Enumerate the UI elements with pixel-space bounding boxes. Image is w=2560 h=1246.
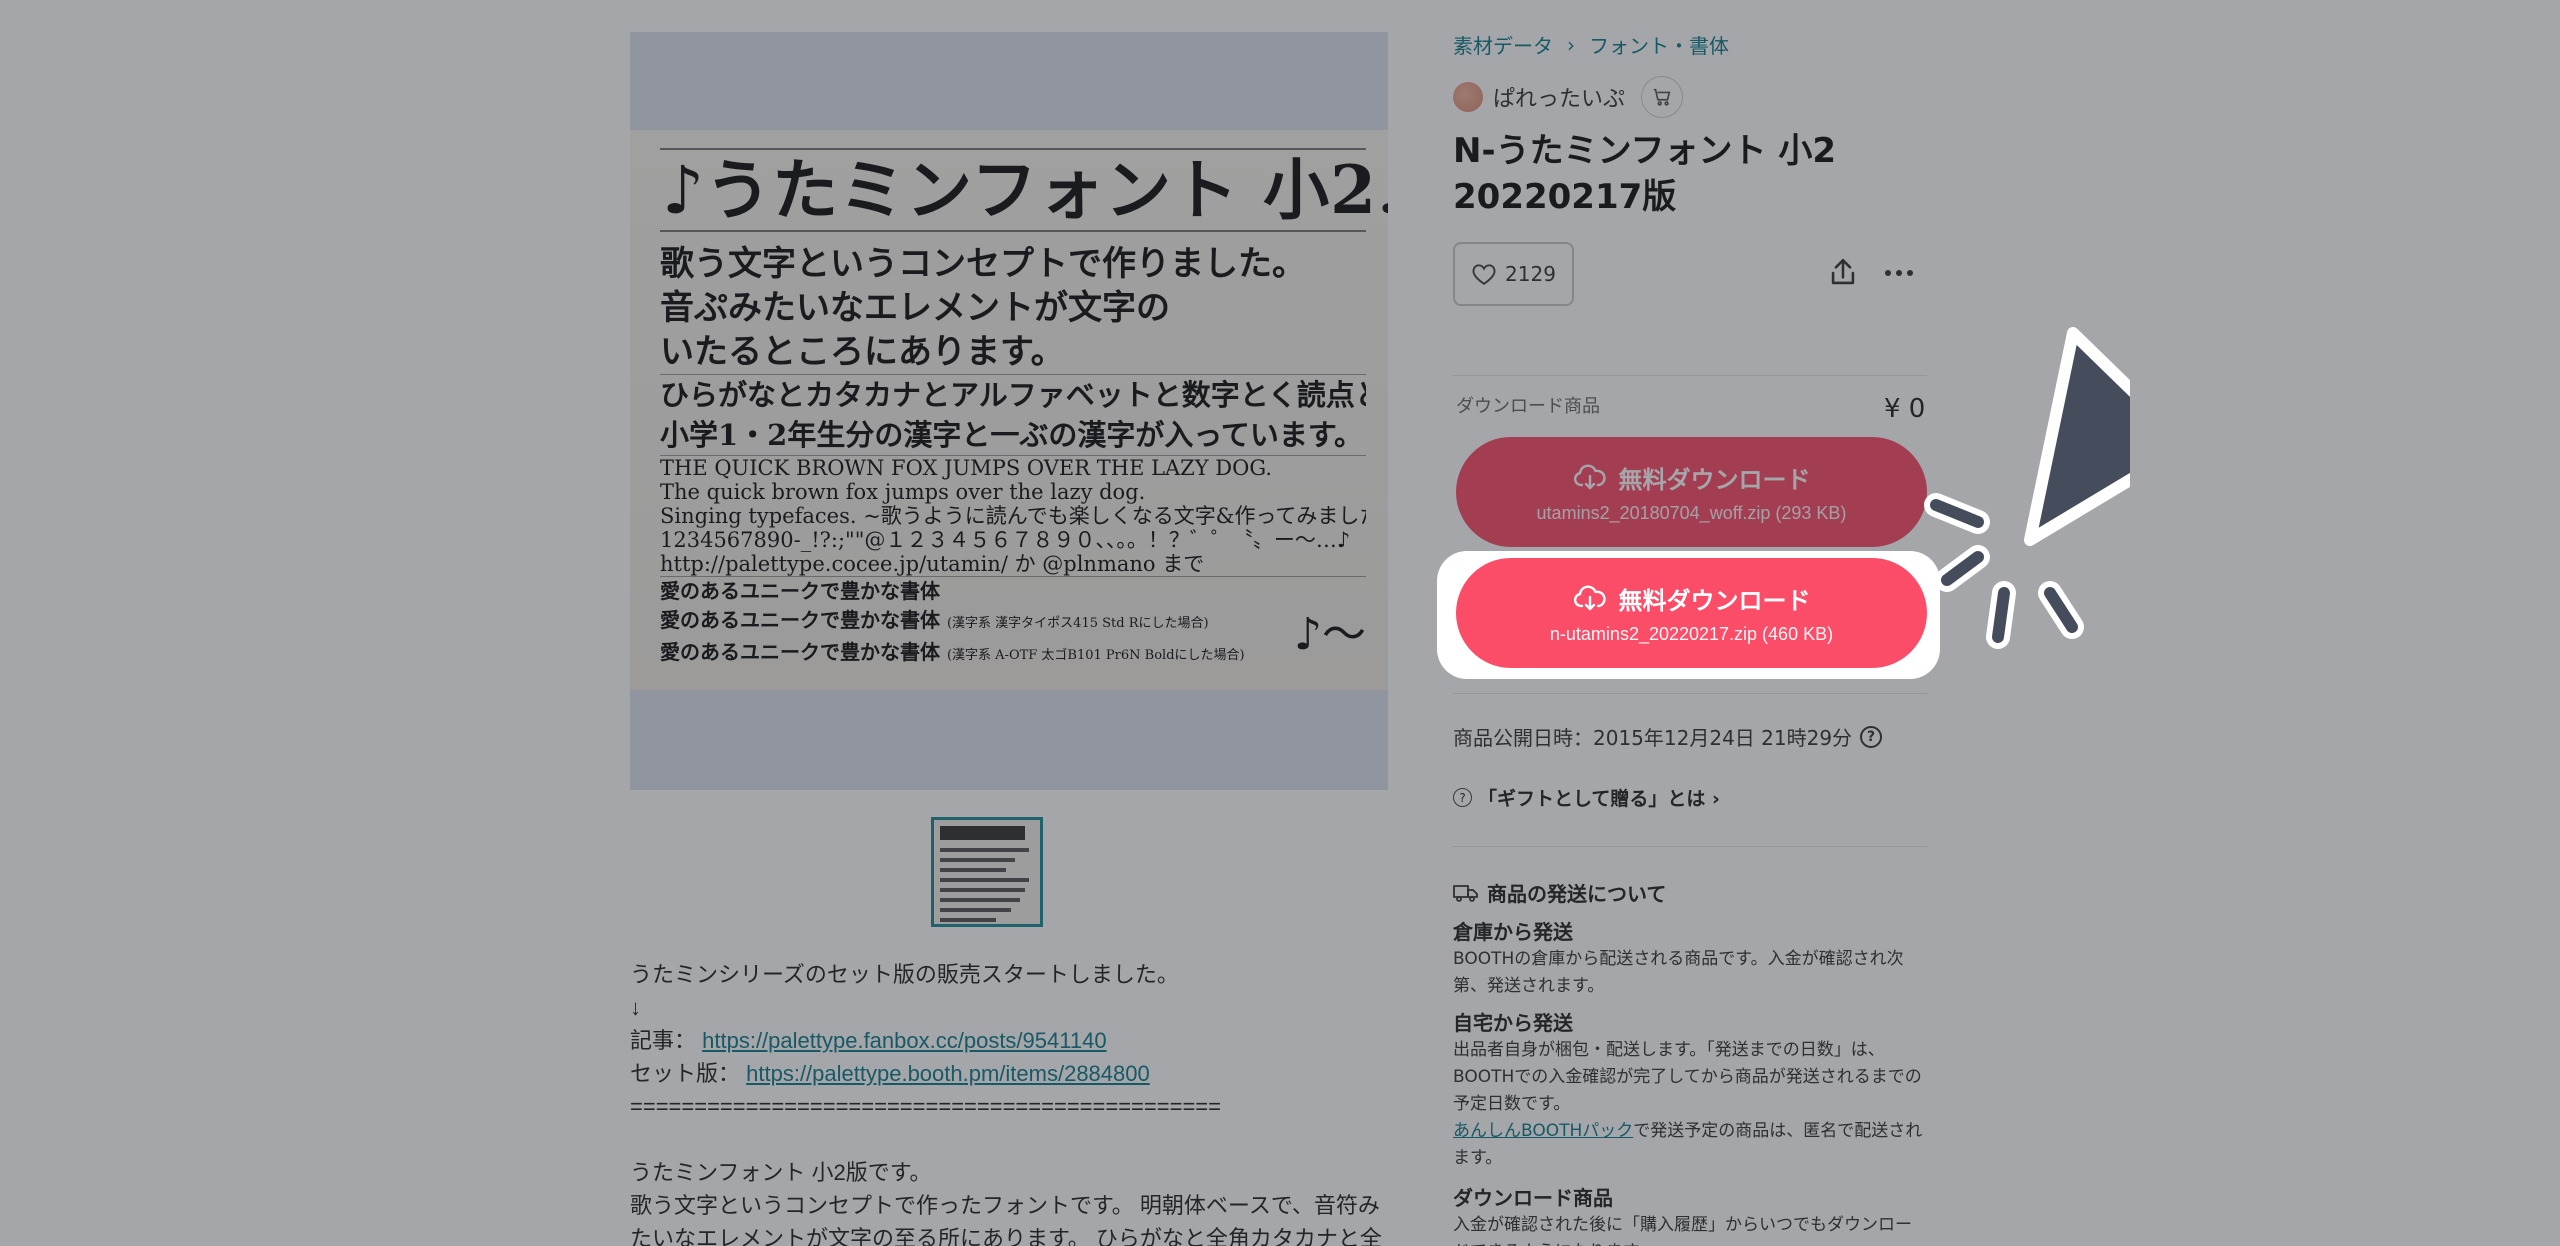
sample-line-text: 愛のあるユニークで豊かな書体 [660,640,940,664]
divider [1453,846,1927,847]
sample-line: 小学1・2年生分の漢字と一ぶの漢字が入っています。 [660,415,1366,456]
like-button[interactable]: 2129 [1453,242,1574,306]
sample-title: ♪うたミンフォント 小2♪ [660,148,1388,232]
chevron-right-icon: › [1567,32,1575,57]
desc-line: うたミンフォント 小2版です。 [630,1160,932,1185]
thumb-title-bar [940,826,1025,840]
warehouse-text: BOOTHの倉庫から配送される商品です。入金が確認され次第、発送されます。 [1453,949,1904,996]
cloud-download-icon [1573,585,1606,610]
cloud-download-icon [1573,464,1606,489]
heart-icon [1472,264,1496,285]
sample-line: 歌う文字というコンセプトで作りました。 [660,244,1306,284]
shipping-heading-text: 商品の発送について [1487,882,1667,906]
gift-info-text: 「ギフトとして贈る」とは › [1478,788,1720,810]
desc-line: うたミンシリーズのセット版の販売スタートしました。 [630,962,1179,987]
sample-line-note: (漢字系 漢字タイポス415 Std Rにした場合) [946,616,1209,631]
highlight-spot: 無料ダウンロード n-utamins2_20220217.zip (460 KB… [1437,551,1940,679]
product-title: N-うたミンフォント 小2 20220217版 [1453,131,1837,217]
sample-line: 愛のあるユニークで豊かな書体 (漢字系 A-OTF 太ゴB101 Pr6N Bo… [660,638,1366,670]
sample-line: Singing typefaces. ~歌うように読んでも楽しくなる文字&作って… [660,504,1366,528]
sample-line: いたるところにあります。 [660,330,1366,375]
shipping-warehouse: 倉庫から発送 BOOTHの倉庫から配送される商品です。入金が確認され次第、発送さ… [1453,918,1927,1000]
thumb-line [940,848,1030,852]
download-file-name: utamins2_20180704_woff.zip (293 KB) [1536,503,1847,523]
home-text: 出品者自身が梱包・配送します。「発送までの日数」は、BOOTHでの入金確認が完了… [1453,1040,1922,1114]
product-thumbnail[interactable] [931,817,1043,927]
sample-line: THE QUICK BROWN FOX JUMPS OVER THE LAZY … [660,456,1273,480]
sample-line-note: (漢字系 A-OTF 太ゴB101 Pr6N Boldにした場合) [946,648,1245,663]
sample-line: 愛のあるユニークで豊かな書体 (漢字系 漢字タイポス415 Std Rにした場合… [660,606,1366,638]
shop-cart-button[interactable] [1641,76,1684,118]
sample-line-text: 愛のあるユニークで豊かな書体 [660,608,940,632]
desc-line: 歌う文字というコンセプトで作ったフォントです。 明朝体ベースで、音符み [630,1193,1380,1218]
thumb-line [940,858,1016,862]
anshin-link[interactable]: あんしんBOOTHパック [1453,1121,1633,1141]
font-sample-sheet: ♪うたミンフォント 小2♪ 歌う文字というコンセプトで作りました。 音ぷみたいな… [630,130,1388,690]
thumb-line [940,918,997,922]
cart-icon [1653,88,1671,106]
shipping-download: ダウンロード商品 入金が確認された後に「購入履歴」からいつでもダウンロードできる… [1453,1184,1927,1246]
sample-line: 音ぷみたいなエレメントが文字の [660,288,1170,328]
warehouse-title: 倉庫から発送 [1453,920,1573,944]
published-date: 商品公開日時：2015年12月24日 21時29分 ? [1453,722,1883,751]
anshin-row: あんしんBOOTHパックで発送予定の商品は、匿名で配送されます。 [1453,1118,1927,1172]
share-icon[interactable] [1826,256,1860,290]
shipping-heading: 商品の発送について [1453,878,1666,907]
divider [1453,693,1927,694]
sample-line: 愛のあるユニークで豊かな書体 [660,579,940,603]
gift-info-link[interactable]: ? 「ギフトとして贈る」とは › [1453,784,1720,811]
sample-line: http://palettype.cocee.jp/utamin/ か @pln… [660,552,1366,577]
pointer-cursor-icon [1924,327,2130,649]
download-info-text: 入金が確認された後に「購入履歴」からいつでもダウンロードできるようになります。 [1453,1215,1912,1246]
article-link[interactable]: https://palettype.fanbox.cc/posts/954114… [702,1028,1106,1053]
shop-name[interactable]: ぱれったいぷ [1493,81,1625,113]
desc-separator: ========================================… [630,1094,1221,1119]
desc-line: たいなエレメントが文字の至る所にあります。 ひらがなと全角カタカナと全 [630,1226,1382,1246]
download-button-label: 無料ダウンロード [1618,467,1811,494]
like-count: 2129 [1505,262,1556,286]
sample-line: ひらがなとカタカナとアルファベットと数字とく読点と [660,378,1366,412]
thumb-line [940,888,1025,892]
divider [1453,375,1927,376]
product-main-image[interactable]: ♪うたミンフォント 小2♪ 歌う文字というコンセプトで作りました。 音ぷみたいな… [630,32,1388,790]
download-file-name: n-utamins2_20220217.zip (460 KB) [1549,624,1834,644]
free-download-button-2[interactable]: 無料ダウンロード n-utamins2_20220217.zip (460 KB… [1456,558,1927,668]
thumb-line [940,878,1030,882]
thumb-line [940,868,1006,872]
help-icon: ? [1453,788,1472,807]
desc-set-label: セット版： [630,1061,741,1086]
music-notes-glyph: ♪〜 [1293,609,1366,660]
breadcrumb: 素材データ › フォント・書体 [1453,30,1729,59]
free-download-button-1[interactable]: 無料ダウンロード utamins2_20180704_woff.zip (293… [1456,437,1927,547]
thumb-line [940,908,1011,912]
shop-avatar[interactable] [1453,82,1483,112]
more-options-icon[interactable] [1882,256,1916,290]
truck-icon [1453,884,1478,902]
download-info-title: ダウンロード商品 [1453,1186,1613,1210]
desc-article-label: 記事： [630,1028,697,1053]
breadcrumb-item-font[interactable]: フォント・書体 [1589,30,1729,59]
product-description: うたミンシリーズのセット版の販売スタートしました。 ↓ 記事： https://… [630,958,1390,1246]
desc-set-row: セット版： https://palettype.booth.pm/items/2… [630,1057,1390,1090]
published-date-text: 商品公開日時：2015年12月24日 21時29分 [1453,726,1853,750]
download-button-label: 無料ダウンロード [1618,588,1811,615]
sample-line: The quick brown fox jumps over the lazy … [660,480,1146,504]
shop-info: ぱれったいぷ [1453,76,1684,118]
breadcrumb-item-material[interactable]: 素材データ [1453,30,1553,59]
download-label: ダウンロード商品 [1456,396,1600,417]
set-link[interactable]: https://palettype.booth.pm/items/2884800 [746,1061,1150,1086]
desc-article-row: 記事： https://palettype.fanbox.cc/posts/95… [630,1024,1390,1057]
thumb-line [940,898,1020,902]
sample-line: 1234567890-_!?:;""@１２３４５６７８９０、、。。！？゛゜〝〟ー… [660,528,1351,552]
shipping-home: 自宅から発送 出品者自身が梱包・配送します。「発送までの日数」は、BOOTHでの… [1453,1009,1927,1172]
home-title: 自宅から発送 [1453,1011,1573,1035]
desc-line: ↓ [630,995,641,1020]
help-icon[interactable]: ? [1860,725,1883,748]
